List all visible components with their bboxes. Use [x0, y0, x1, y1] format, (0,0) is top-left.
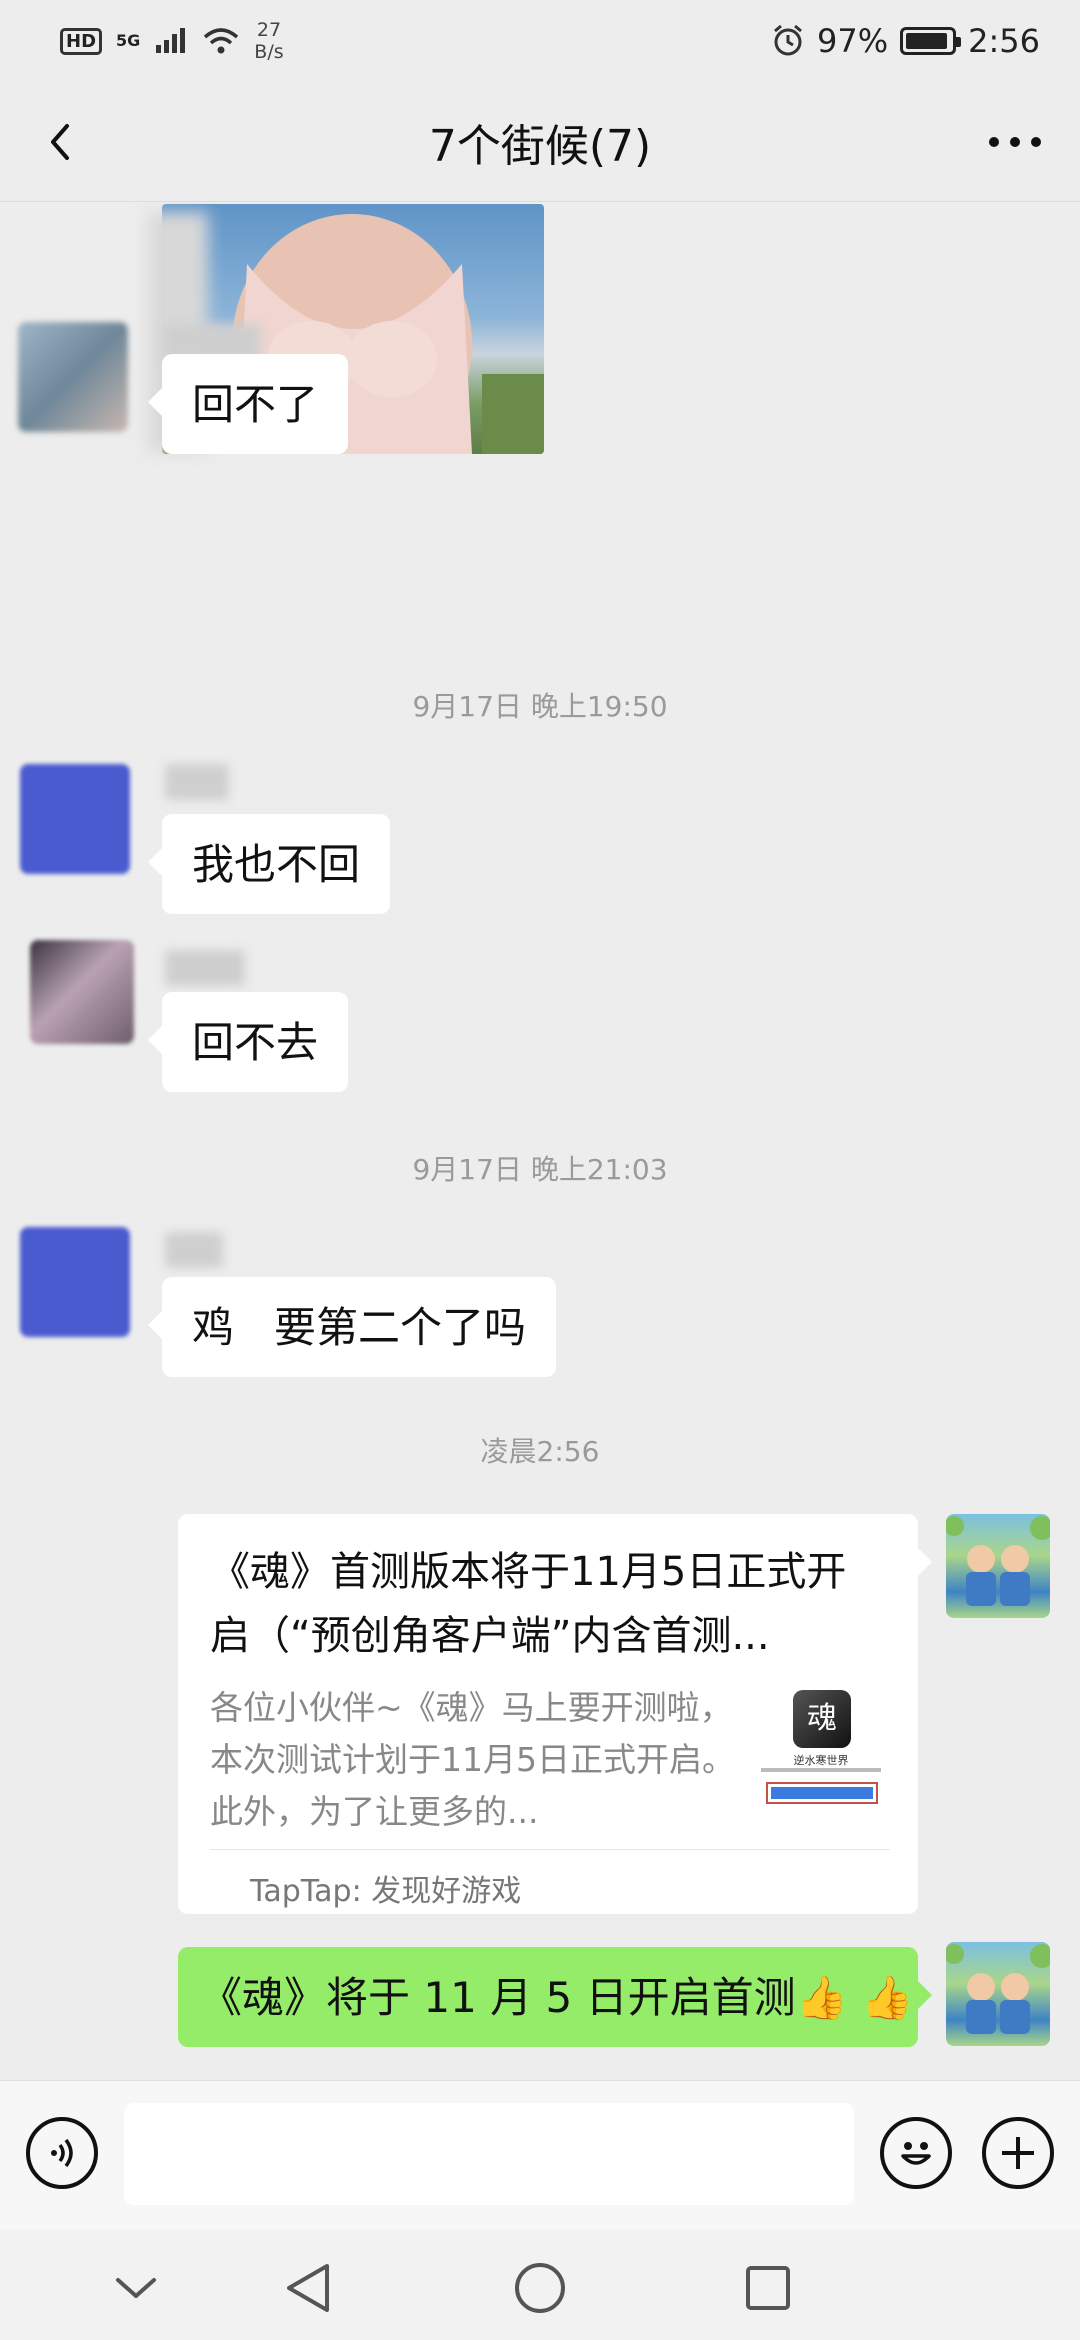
- link-card[interactable]: 《魂》首测版本将于11月5日正式开启（“预创角客户端”内含首测... 各位小伙伴…: [178, 1514, 932, 1914]
- message-text: 回不去: [192, 1018, 319, 1067]
- voice-button[interactable]: [26, 2117, 98, 2189]
- thumb-caption: 逆水寒世界: [793, 1754, 849, 1767]
- message-text: 《魂》将于 11 月 5 日开启首测👍 👍: [200, 1973, 914, 2022]
- game-logo-icon: 魂: [793, 1690, 851, 1748]
- net-speed: 27 B/s: [254, 19, 283, 63]
- status-bar: HD 5G 27 B/s 97% 2:56: [0, 0, 1080, 82]
- more-dots-icon: [989, 137, 1041, 147]
- timestamp: 9月17日 晚上21:03: [412, 1153, 668, 1186]
- my-avatar[interactable]: [946, 1942, 1050, 2046]
- chat-header: 7个街候(7): [0, 82, 1080, 202]
- link-card-title: 《魂》首测版本将于11月5日正式开启（“预创角客户端”内含首测...: [210, 1549, 847, 1659]
- message-bubble[interactable]: 鸡 要第二个了吗: [147, 1277, 557, 1377]
- net-speed-value: 27: [256, 19, 282, 41]
- chevron-down-icon: [116, 2278, 156, 2298]
- status-right: 97% 2:56: [771, 22, 1040, 60]
- hd-badge: HD: [60, 27, 103, 55]
- link-card-divider: [210, 1849, 890, 1850]
- message-text: 鸡 要第二个了吗: [192, 1303, 527, 1352]
- net-speed-unit: B/s: [254, 41, 284, 63]
- message-bubble[interactable]: 回不了: [147, 354, 349, 454]
- alarm-icon: [774, 24, 802, 56]
- battery-percent: 97%: [817, 22, 889, 60]
- wifi-icon: [204, 28, 239, 54]
- plus-icon: [1002, 2137, 1034, 2169]
- add-button[interactable]: [982, 2117, 1054, 2189]
- voice-icon: [51, 2138, 73, 2168]
- network-type: 5G: [116, 31, 141, 50]
- thumb-subline: [761, 1768, 881, 1772]
- sender-name: [165, 764, 229, 800]
- message-text: 我也不回: [192, 840, 361, 889]
- timestamp: 9月17日 晚上19:50: [412, 690, 668, 723]
- link-card-description: 各位小伙伴~《魂》马上要开测啦，本次测试计划于11月5日正式开启。此外，为了让更…: [210, 1688, 735, 1831]
- back-button[interactable]: [30, 112, 90, 172]
- signal-icon: [156, 28, 186, 53]
- kids-photo: [946, 1516, 1050, 1606]
- nav-recents-button[interactable]: [738, 2258, 798, 2318]
- chat-area[interactable]: 回不了 9月17日 晚上19:50 我也不回 回不去 9月17日 晚上21:03…: [0, 202, 1080, 2080]
- message-bubble[interactable]: 回不去: [147, 992, 349, 1092]
- kids-photo: [946, 1944, 1050, 2034]
- thumb-button: [766, 1782, 878, 1804]
- status-left: HD 5G 27 B/s: [60, 19, 284, 63]
- nav-back-button[interactable]: [278, 2258, 338, 2318]
- avatar[interactable]: [20, 1227, 130, 1337]
- chat-title: 7个街候(7): [428, 120, 652, 172]
- emoji-icon: [901, 2142, 931, 2165]
- link-card-body: 各位小伙伴~《魂》马上要开测啦，本次测试计划于11月5日正式开启。此外，为了让更…: [210, 1682, 886, 1832]
- message-bubble-sent[interactable]: 《魂》将于 11 月 5 日开启首测👍 👍: [178, 1947, 932, 2047]
- square-recents-icon: [746, 2266, 790, 2310]
- hide-keyboard-button[interactable]: [106, 2258, 166, 2318]
- message-input[interactable]: [124, 2103, 854, 2205]
- sender-name: [165, 950, 245, 986]
- avatar[interactable]: [30, 940, 134, 1044]
- triangle-back-icon: [287, 2264, 329, 2312]
- nav-home-button[interactable]: [510, 2258, 570, 2318]
- avatar[interactable]: [20, 764, 130, 874]
- link-card-thumbnail: 魂 逆水寒世界: [756, 1682, 886, 1812]
- my-avatar[interactable]: [946, 1514, 1050, 1618]
- battery-icon: [900, 27, 962, 55]
- more-button[interactable]: [980, 112, 1050, 172]
- circle-home-icon: [515, 2263, 565, 2313]
- message-text: 回不了: [192, 380, 319, 429]
- chevron-left-icon: [51, 124, 69, 160]
- message-bubble[interactable]: 我也不回: [147, 814, 391, 914]
- system-nav-bar: [0, 2230, 1080, 2340]
- timestamp: 凌晨2:56: [480, 1435, 600, 1468]
- sender-name: [165, 1232, 223, 1268]
- avatar[interactable]: [18, 322, 128, 432]
- input-bar: [0, 2080, 1080, 2230]
- link-card-source: TapTap: 发现好游戏: [250, 1874, 522, 1909]
- clock: 2:56: [968, 22, 1040, 60]
- emoji-button[interactable]: [880, 2117, 952, 2189]
